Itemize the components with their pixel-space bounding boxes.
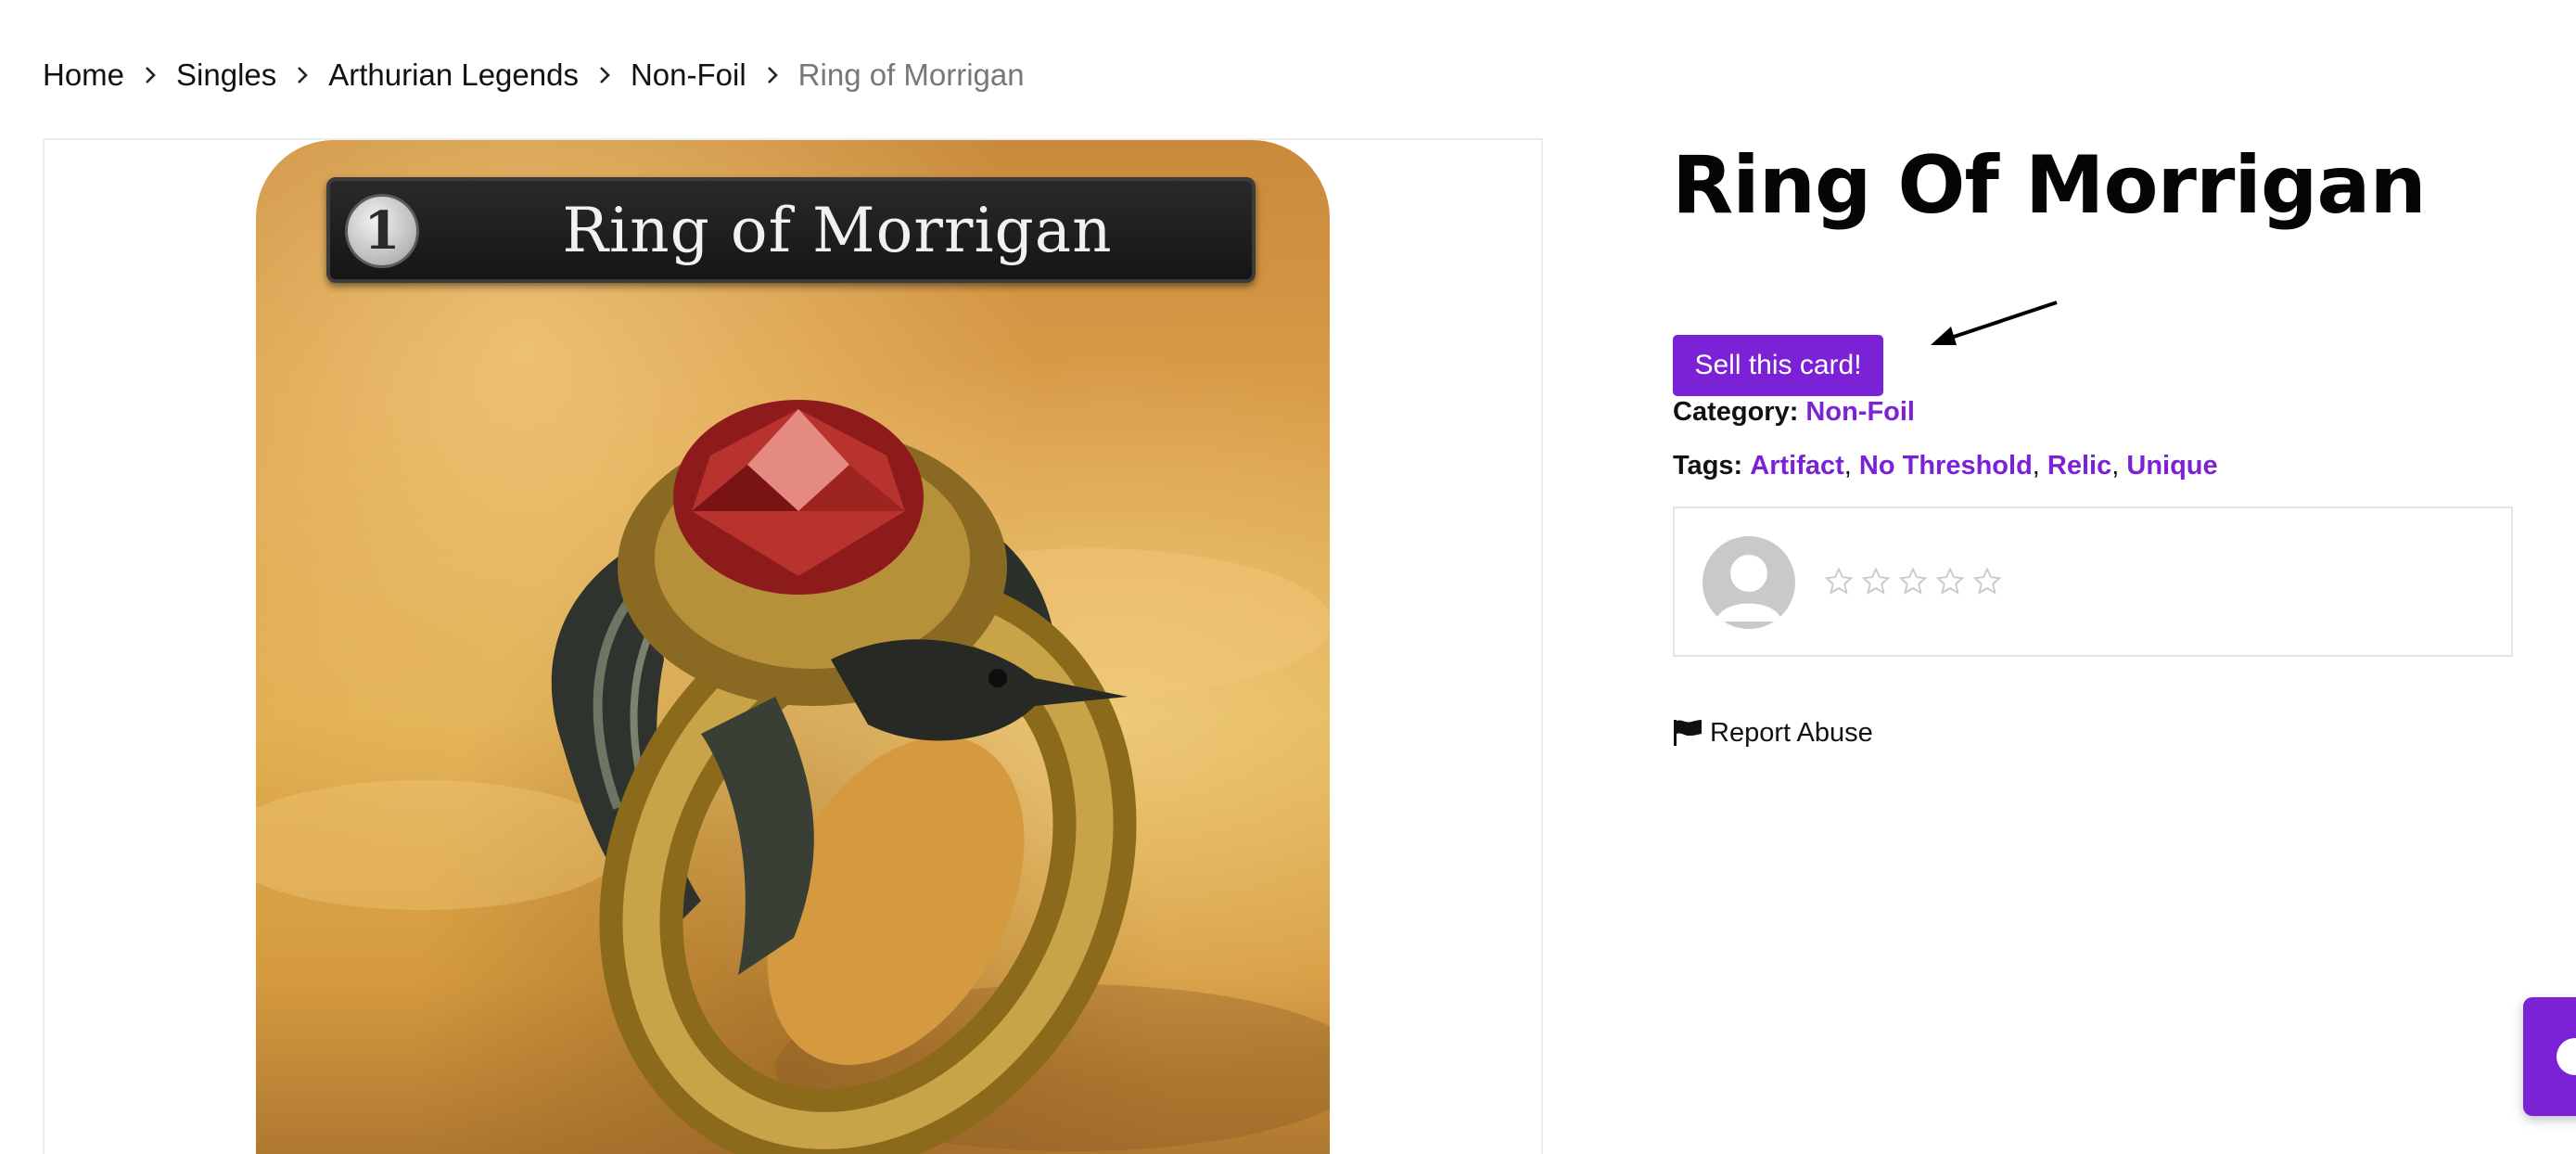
- category-label: Category:: [1673, 397, 1799, 427]
- report-abuse-label: Report Abuse: [1710, 717, 1873, 748]
- card-cost: 1: [345, 194, 419, 268]
- product-image-panel[interactable]: 1 Ring of Morrigan: [43, 138, 1543, 1154]
- star-icon[interactable]: [1971, 566, 2003, 597]
- category-link[interactable]: Non-Foil: [1805, 397, 1915, 427]
- breadcrumb-current: Ring of Morrigan: [797, 58, 1025, 92]
- page-title: Ring Of Morrigan: [1672, 139, 2427, 232]
- star-icon[interactable]: [1823, 566, 1855, 597]
- arrow-annotation-icon: [1931, 301, 2058, 345]
- report-abuse-link[interactable]: Report Abuse: [1673, 714, 1873, 751]
- tag-link-relic[interactable]: Relic: [2047, 451, 2111, 481]
- card-title-banner: 1 Ring of Morrigan: [326, 177, 1256, 283]
- sell-card-button[interactable]: Sell this card!: [1673, 335, 1883, 396]
- tag-link-artifact[interactable]: Artifact: [1750, 451, 1844, 481]
- product-page: Home Singles Arthurian Legends Non-Foil …: [0, 0, 2576, 1154]
- chevron-right-icon: [124, 52, 176, 98]
- star-icon[interactable]: [1860, 566, 1892, 597]
- chevron-right-icon: [276, 52, 328, 98]
- breadcrumb-arthurian-legends[interactable]: Arthurian Legends: [328, 58, 579, 93]
- chat-bubble-icon: [2557, 1038, 2576, 1075]
- card-image: 1 Ring of Morrigan: [256, 140, 1330, 1154]
- tag-link-unique[interactable]: Unique: [2126, 451, 2217, 481]
- star-icon[interactable]: [1897, 566, 1929, 597]
- breadcrumb-singles[interactable]: Singles: [176, 58, 276, 93]
- breadcrumb: Home Singles Arthurian Legends Non-Foil …: [43, 52, 1025, 98]
- chevron-right-icon: [746, 52, 798, 98]
- flag-icon: [1674, 720, 1702, 746]
- tag-link-no-threshold[interactable]: No Threshold: [1859, 451, 2033, 481]
- tags-label: Tags:: [1673, 451, 1743, 481]
- star-rating[interactable]: [1823, 566, 2003, 597]
- star-icon[interactable]: [1934, 566, 1966, 597]
- chevron-right-icon: [579, 52, 631, 98]
- tags-line: Tags: Artifact, No Threshold, Relic, Uni…: [1673, 451, 2218, 481]
- breadcrumb-home[interactable]: Home: [43, 58, 124, 93]
- review-box: [1673, 506, 2513, 657]
- category-line: Category: Non-Foil: [1673, 397, 1915, 428]
- chat-widget-button[interactable]: [2523, 997, 2576, 1116]
- avatar: [1702, 536, 1795, 629]
- card-title: Ring of Morrigan: [562, 194, 1113, 266]
- ring-illustration: [256, 400, 1330, 1154]
- breadcrumb-non-foil[interactable]: Non-Foil: [631, 58, 746, 93]
